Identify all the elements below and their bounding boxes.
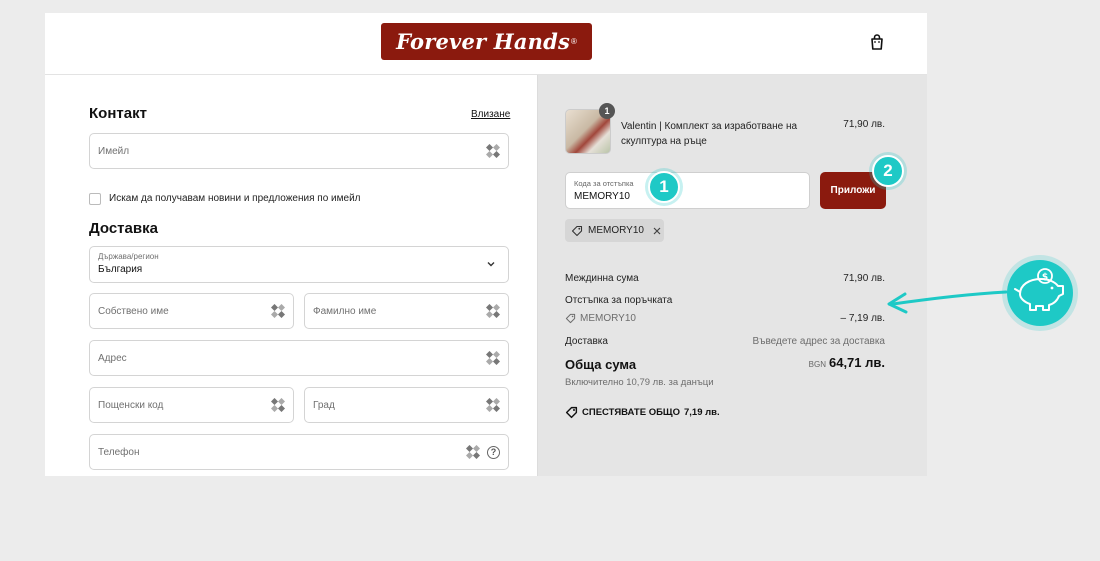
currency-code: BGN <box>808 360 826 369</box>
shipping-value: Въведете адрес за доставка <box>752 336 885 347</box>
phone-field[interactable]: Телефон ? <box>89 434 509 470</box>
discount-code-label: Кода за отстъпка <box>574 179 634 188</box>
discount-code-input[interactable]: Кода за отстъпка MEMORY10 <box>565 172 810 209</box>
quantity-badge: 1 <box>599 103 615 119</box>
svg-text:$: $ <box>1042 273 1048 283</box>
savings-row: СПЕСТЯВАТЕ ОБЩО 7,19 лв. <box>565 406 720 419</box>
autofill-icon[interactable] <box>486 398 500 412</box>
help-icon[interactable]: ? <box>487 446 500 459</box>
tax-note: Включително 10,79 лв. за данъци <box>565 377 714 388</box>
order-discount-label: Отстъпка за поръчката <box>565 295 673 306</box>
tag-icon <box>565 406 578 419</box>
subtotal-value: 71,90 лв. <box>843 273 885 284</box>
postcode-placeholder: Пощенски код <box>98 400 164 411</box>
subtotal-label: Междинна сума <box>565 273 639 284</box>
applied-code-text: MEMORY10 <box>588 225 644 236</box>
email-field[interactable]: Имейл <box>89 133 509 169</box>
shipping-label: Доставка <box>565 336 608 347</box>
step-badge-1: 1 <box>648 171 680 203</box>
address-field[interactable]: Адрес <box>89 340 509 376</box>
autofill-icon[interactable] <box>486 351 500 365</box>
logo-text: Forever Hands <box>396 29 571 54</box>
checkout-window: Forever Hands ® Контакт Влизане Имейл Ис… <box>45 13 927 476</box>
piggy-bank-icon: $ <box>1002 255 1078 331</box>
logo-mark: ® <box>571 37 577 46</box>
discount-code-value: MEMORY10 <box>574 191 630 202</box>
email-placeholder: Имейл <box>98 146 130 157</box>
product-price: 71,90 лв. <box>843 119 885 130</box>
first-name-field[interactable]: Собствено име <box>89 293 294 329</box>
autofill-icon[interactable] <box>486 144 500 158</box>
discount-code-row: MEMORY10 <box>565 313 636 324</box>
savings-value: 7,19 лв. <box>684 407 720 418</box>
contact-heading: Контакт <box>89 105 147 122</box>
applied-code-chip: MEMORY10 <box>565 219 664 242</box>
delivery-heading: Доставка <box>89 220 158 237</box>
discount-code-name: MEMORY10 <box>580 313 636 324</box>
header: Forever Hands ® <box>45 13 927 75</box>
country-select[interactable]: Държава/регион България <box>89 246 509 283</box>
remove-code-icon[interactable] <box>652 226 662 236</box>
shopping-bag-icon[interactable] <box>868 33 886 51</box>
phone-placeholder: Телефон <box>98 447 140 458</box>
tag-icon <box>571 225 583 236</box>
last-name-placeholder: Фамилно име <box>313 306 377 317</box>
total-label: Обща сума <box>565 357 637 372</box>
savings-label: СПЕСТЯВАТЕ ОБЩО <box>582 407 680 418</box>
order-summary: 1 Valentin | Комплект за изработване на … <box>537 75 927 476</box>
address-placeholder: Адрес <box>98 353 127 364</box>
city-field[interactable]: Град <box>304 387 509 423</box>
city-placeholder: Град <box>313 400 335 411</box>
autofill-icon[interactable] <box>271 398 285 412</box>
step-badge-2: 2 <box>872 155 904 187</box>
login-link[interactable]: Влизане <box>471 109 510 120</box>
product-name: Valentin | Комплект за изработване на ск… <box>621 121 798 147</box>
discount-value: – 7,19 лв. <box>840 313 885 324</box>
postcode-field[interactable]: Пощенски код <box>89 387 294 423</box>
country-label: Държава/регион <box>98 252 159 261</box>
chevron-down-icon <box>487 262 495 267</box>
last-name-field[interactable]: Фамилно име <box>304 293 509 329</box>
first-name-placeholder: Собствено име <box>98 306 169 317</box>
autofill-icon[interactable] <box>271 304 285 318</box>
checkout-form: Контакт Влизане Имейл Искам да получавам… <box>45 75 537 476</box>
newsletter-label: Искам да получавам новини и предложения … <box>109 193 361 204</box>
tag-icon <box>565 313 576 324</box>
logo[interactable]: Forever Hands ® <box>381 23 592 60</box>
country-value: България <box>98 264 143 275</box>
newsletter-checkbox[interactable] <box>89 193 101 205</box>
autofill-icon[interactable] <box>466 445 480 459</box>
total-value: 64,71 лв. <box>828 355 885 370</box>
autofill-icon[interactable] <box>486 304 500 318</box>
